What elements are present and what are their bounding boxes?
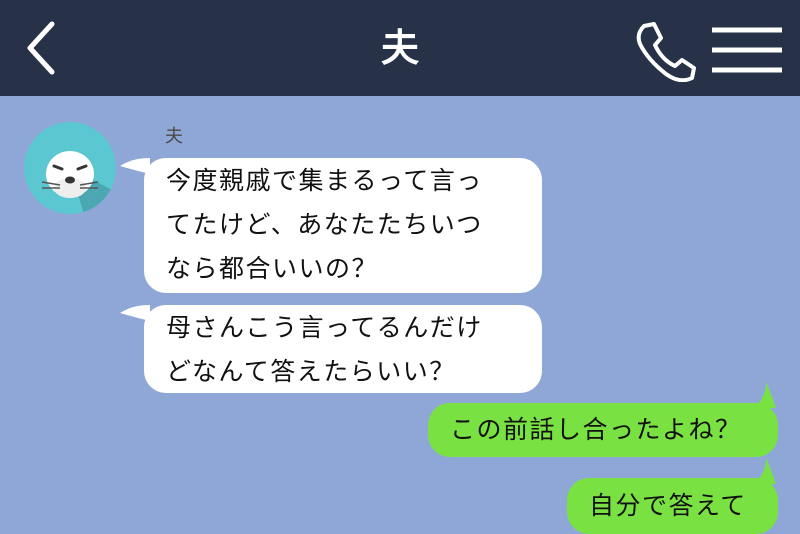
contact-avatar[interactable] — [24, 122, 116, 214]
menu-button[interactable] — [710, 26, 784, 74]
hamburger-menu-icon — [712, 27, 782, 73]
seal-avatar-icon — [41, 151, 116, 214]
call-button[interactable] — [630, 18, 698, 83]
chat-header: 夫 — [0, 0, 800, 96]
message-bubble-outgoing[interactable]: 自分で答えて — [567, 478, 778, 534]
message-bubble-outgoing[interactable]: この前話し合ったよね？ — [428, 403, 778, 457]
phone-icon — [636, 22, 696, 83]
sender-name: 夫 — [165, 126, 183, 147]
message-bubble-incoming[interactable]: 今度親戚で集まるって言っ てたけど、あなたたちいつ なら都合いいの？ — [144, 158, 542, 293]
message-bubble-incoming[interactable]: 母さんこう言ってるんだけ どなんて答えたらいい？ — [144, 305, 542, 393]
